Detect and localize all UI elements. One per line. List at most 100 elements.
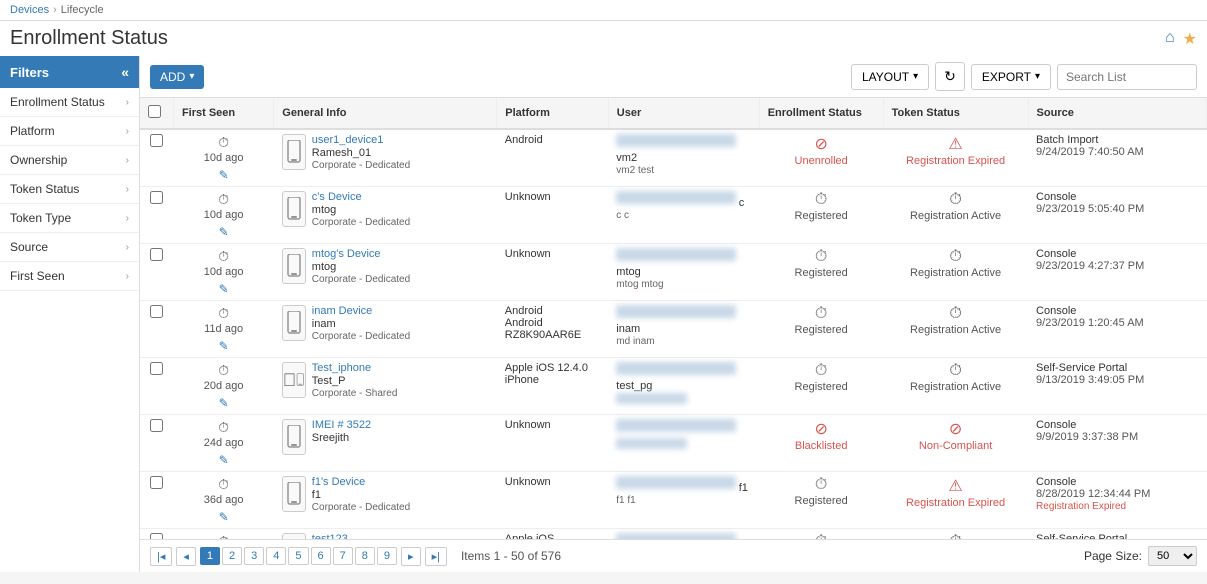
pag-num-5[interactable]: 5 — [288, 547, 308, 565]
cell-user: ████████████████ test_pg ██████████ — [608, 358, 759, 415]
dropdown-arrow-icon: ▾ — [913, 71, 918, 82]
chevron-right-icon: › — [126, 155, 129, 166]
source-name: Console — [1036, 248, 1076, 260]
edit-icon[interactable]: ✎ — [219, 510, 229, 524]
chevron-right-icon: › — [126, 242, 129, 253]
refresh-button[interactable]: ↻ — [935, 62, 965, 91]
edit-icon[interactable]: ✎ — [219, 282, 229, 296]
edit-icon[interactable]: ✎ — [219, 453, 229, 467]
page-size-select[interactable]: 50 25 100 — [1148, 546, 1197, 566]
clock-icon: ⏱ — [815, 476, 827, 494]
pag-num-3[interactable]: 3 — [244, 547, 264, 565]
pag-num-1[interactable]: 1 — [200, 547, 220, 565]
pagination-info: Items 1 - 50 of 576 — [461, 549, 561, 563]
edit-icon[interactable]: ✎ — [219, 225, 229, 239]
star-icon[interactable]: ★ — [1183, 29, 1197, 49]
sidebar-item-token-type[interactable]: Token Type › — [0, 204, 139, 233]
enrollment-status-text: Blacklisted — [795, 440, 848, 452]
pag-first-btn[interactable]: |◂ — [150, 547, 172, 566]
device-name-link[interactable]: IMEI # 3522 — [312, 419, 371, 431]
device-ownership: Corporate - Dedicated — [312, 160, 410, 171]
pag-num-7[interactable]: 7 — [333, 547, 353, 565]
breadcrumb-sep: › — [53, 4, 57, 16]
device-ownership: Corporate - Dedicated — [312, 274, 410, 285]
table-row: ⏱ 38d ago ✎  test123 cdivi Corporate - … — [140, 529, 1207, 540]
row-checkbox[interactable] — [150, 134, 163, 147]
page-title: Enrollment Status — [10, 27, 168, 50]
search-input[interactable] — [1057, 64, 1197, 90]
cell-general-info: c's Device mtog Corporate - Dedicated — [274, 187, 497, 244]
row-checkbox[interactable] — [150, 248, 163, 261]
pag-num-8[interactable]: 8 — [355, 547, 375, 565]
sidebar-item-source[interactable]: Source › — [0, 233, 139, 262]
cell-source: Batch Import9/24/2019 7:40:50 AM — [1028, 129, 1206, 187]
home-icon[interactable]: ⌂ — [1165, 29, 1175, 49]
device-name-link[interactable]: f1's Device — [312, 476, 410, 488]
breadcrumb: Devices › Lifecycle — [0, 0, 1207, 21]
cell-user: ████████████████ vm2 vm2 test — [608, 129, 759, 187]
pag-num-4[interactable]: 4 — [266, 547, 286, 565]
layout-button[interactable]: LAYOUT ▾ — [851, 64, 929, 90]
sidebar-collapse-btn[interactable]: « — [121, 64, 129, 80]
device-user: Sreejith — [312, 432, 371, 444]
cell-token-status: ⏱Registration Active — [883, 301, 1028, 358]
clock-icon: ⏱ — [815, 362, 827, 380]
table-row: ⏱ 20d ago ✎  Test_iphone Test_P Corpora… — [140, 358, 1207, 415]
pag-prev-btn[interactable]: ◂ — [176, 547, 196, 566]
cell-user: ████████████████ c c c — [608, 187, 759, 244]
ban-icon: ⊘ — [949, 419, 962, 439]
device-icon — [282, 248, 306, 284]
sidebar-item-platform[interactable]: Platform › — [0, 117, 139, 146]
select-all-checkbox[interactable] — [148, 105, 161, 118]
cell-general-info: inam Device inam Corporate - Dedicated — [274, 301, 497, 358]
sidebar-item-ownership[interactable]: Ownership › — [0, 146, 139, 175]
device-icon — [282, 134, 306, 170]
row-checkbox[interactable] — [150, 362, 163, 375]
cell-token-status: ⊘Non-Compliant — [883, 415, 1028, 472]
row-checkbox[interactable] — [150, 419, 163, 432]
device-name-link[interactable]: inam Device — [312, 305, 410, 317]
row-checkbox[interactable] — [150, 305, 163, 318]
export-button[interactable]: EXPORT ▾ — [971, 64, 1051, 90]
user-name: mtog — [616, 266, 640, 278]
clock-icon: ⏱ — [949, 191, 961, 209]
cell-first-seen: ⏱ 10d ago ✎ — [173, 129, 273, 187]
refresh-icon: ↻ — [944, 68, 956, 84]
col-enrollment-status: Enrollment Status — [759, 98, 883, 129]
cell-platform: Unknown — [497, 244, 609, 301]
pag-num-9[interactable]: 9 — [377, 547, 397, 565]
pag-num-6[interactable]: 6 — [311, 547, 331, 565]
device-name-link[interactable]: c's Device — [312, 191, 410, 203]
source-date: 9/23/2019 4:27:37 PM — [1036, 260, 1144, 272]
row-checkbox[interactable] — [150, 191, 163, 204]
cell-source: Self-Service Portal9/13/2019 3:49:05 PM — [1028, 358, 1206, 415]
breadcrumb-devices[interactable]: Devices — [10, 4, 49, 16]
sidebar-item-enrollment-status[interactable]: Enrollment Status › — [0, 88, 139, 117]
dropdown-arrow-icon: ▾ — [189, 71, 194, 82]
device-name-link[interactable]: Test_iphone — [312, 362, 398, 374]
edit-icon[interactable]: ✎ — [219, 168, 229, 182]
pag-last-btn[interactable]: ▸| — [425, 547, 447, 566]
source-date: 9/23/2019 1:20:45 AM — [1036, 317, 1144, 329]
sidebar-item-first-seen[interactable]: First Seen › — [0, 262, 139, 291]
pag-next-btn[interactable]: ▸ — [401, 547, 421, 566]
platform-line2: iPhone — [505, 374, 539, 386]
edit-icon[interactable]: ✎ — [219, 339, 229, 353]
device-name-link[interactable]: user1_device1 — [312, 134, 410, 146]
clock-icon: ⏱ — [949, 305, 961, 323]
cell-user: ████████████████ mtog mtog mtog — [608, 244, 759, 301]
edit-icon[interactable]: ✎ — [219, 396, 229, 410]
time-ago: 10d ago — [204, 152, 244, 164]
platform-value: Unknown — [505, 191, 551, 203]
sidebar-item-token-status[interactable]: Token Status › — [0, 175, 139, 204]
pag-num-2[interactable]: 2 — [222, 547, 242, 565]
device-name-link[interactable]: mtog's Device — [312, 248, 410, 260]
page-size-label: Page Size: — [1084, 549, 1142, 563]
add-button[interactable]: ADD ▾ — [150, 65, 204, 89]
enrollment-status-text: Registered — [795, 324, 848, 336]
device-user: f1 — [312, 489, 410, 501]
col-checkbox — [140, 98, 173, 129]
col-first-seen: First Seen — [173, 98, 273, 129]
cell-general-info:  test123 cdivi Corporate - Dedicated — [274, 529, 497, 540]
row-checkbox[interactable] — [150, 476, 163, 489]
